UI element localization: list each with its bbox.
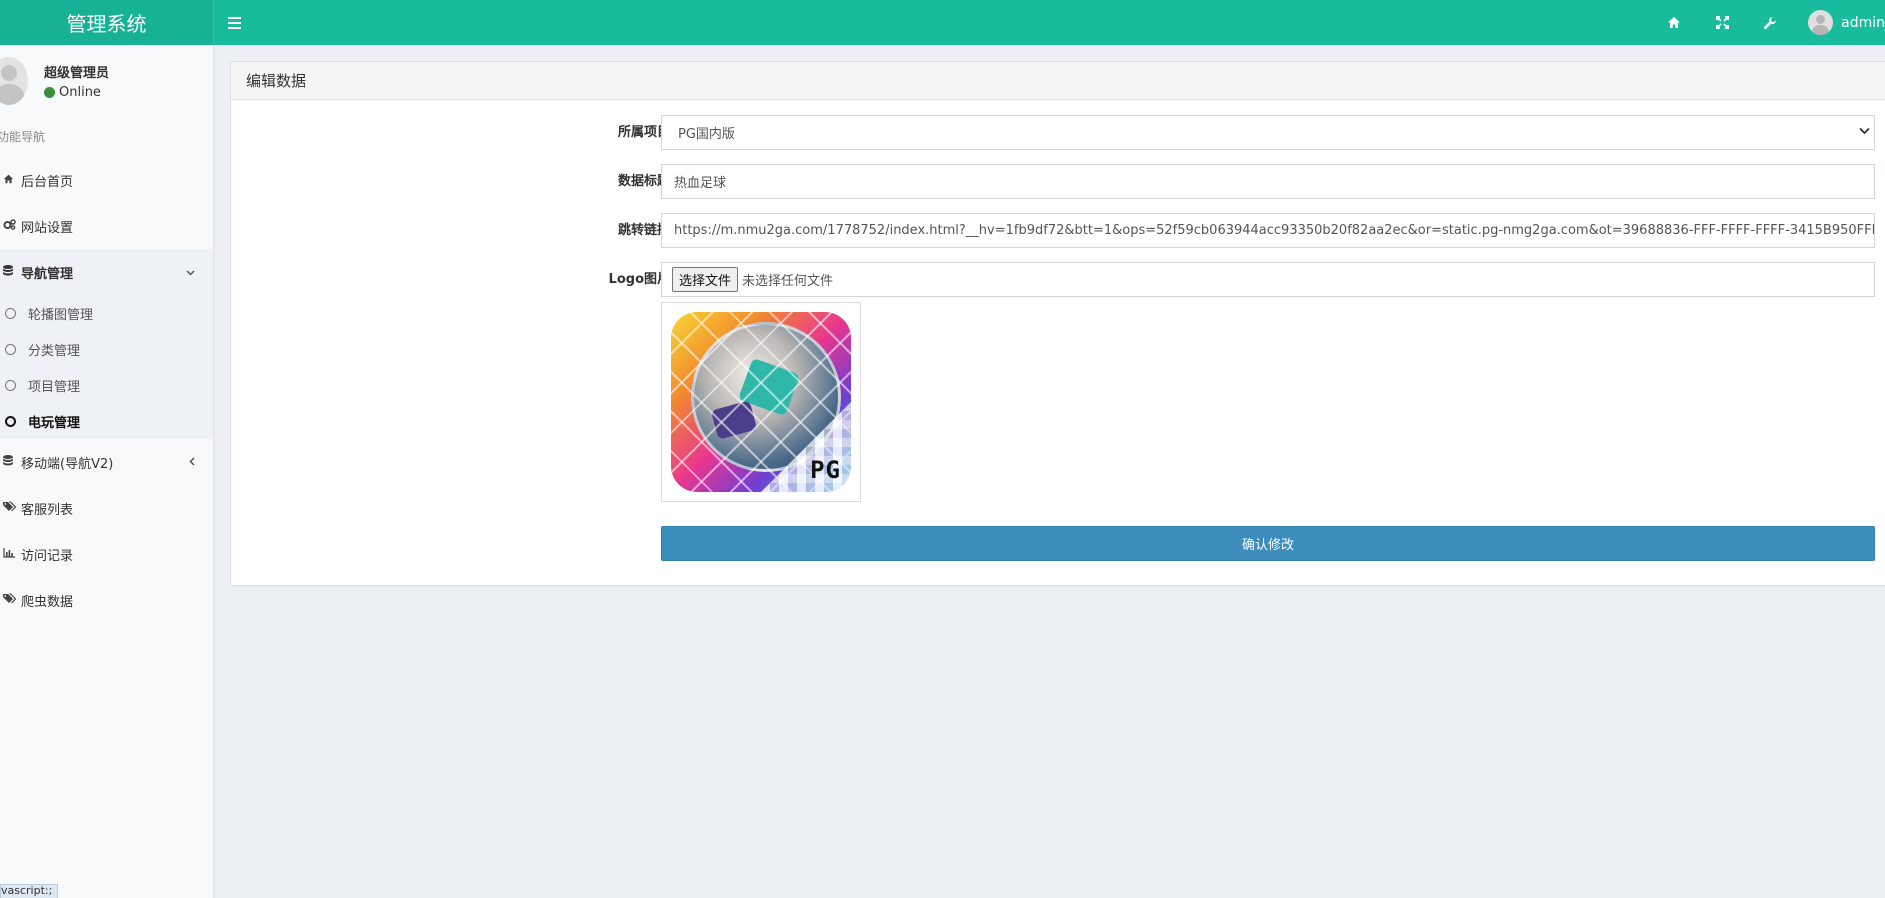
file-status-text: 未选择任何文件 (742, 274, 834, 289)
link-input[interactable]: https://m.nmu2ga.com/1778752/index.html?… (661, 213, 1875, 248)
sidebar-subitem-games[interactable]: 电玩管理 (0, 403, 213, 439)
sidebar-subitem-banner[interactable]: 轮播图管理 (0, 295, 213, 331)
circle-icon (5, 307, 16, 319)
confirm-button[interactable]: 确认修改 (661, 526, 1875, 561)
user-info: 超级管理员 Online (44, 62, 109, 100)
sidebar-item-customer-service[interactable]: 客服列表 (0, 485, 213, 531)
sidebar-subitem-project[interactable]: 项目管理 (0, 367, 213, 403)
form-row-logo: Logo图片 选择文件 未选择任何文件 (231, 262, 1885, 311)
sidebar-item-label: 客服列表 (21, 502, 74, 518)
user-name: admin (1841, 14, 1885, 31)
user-panel: 超级管理员 Online (0, 45, 213, 117)
sidebar-item-label: 后台首页 (21, 174, 74, 190)
form-row-submit: 确认修改 (231, 526, 1885, 575)
user-menu[interactable]: admin (1794, 0, 1885, 45)
sidebar-item-label: 访问记录 (21, 548, 74, 564)
sidebar-item-visit-log[interactable]: 访问记录 (0, 531, 213, 577)
circle-icon (5, 379, 16, 391)
fullscreen-icon[interactable] (1698, 0, 1746, 45)
pg-logo-text: PG (810, 456, 841, 484)
online-dot-icon (44, 87, 55, 98)
chevron-left-icon (189, 456, 195, 469)
home-icon[interactable] (1650, 0, 1698, 45)
panel-title: 编辑数据 (231, 62, 1885, 100)
chevron-down-icon (186, 266, 195, 279)
sidebar-item-nav-management[interactable]: 导航管理 (0, 249, 213, 295)
choose-file-button[interactable]: 选择文件 (672, 267, 739, 292)
sidebar-item-mobile-nav[interactable]: 移动端(导航V2) (0, 439, 213, 485)
sidebar-item-dashboard[interactable]: 后台首页 (0, 157, 213, 203)
sidebar-subitem-label: 轮播图管理 (28, 307, 94, 323)
sidebar-subitem-label: 分类管理 (28, 343, 81, 359)
brand-logo[interactable]: 管理系统 (0, 0, 214, 45)
form-row-logo-preview: PG (231, 302, 1885, 526)
top-right-tools: admin (1650, 0, 1885, 45)
circle-icon (5, 343, 16, 355)
sidebar-item-label: 爬虫数据 (21, 594, 74, 610)
bar-chart-icon (3, 547, 21, 561)
tags-icon (3, 593, 21, 607)
sidebar-toggle-icon[interactable] (228, 13, 248, 33)
sidebar-item-crawler-data[interactable]: 爬虫数据 (0, 577, 213, 623)
sidebar-item-label: 移动端(导航V2) (21, 456, 114, 472)
logo-file-input[interactable]: 选择文件 未选择任何文件 (661, 262, 1875, 297)
form-row-link: 跳转链接 https://m.nmu2ga.com/1778752/index.… (231, 213, 1885, 262)
logo-preview: PG (661, 302, 861, 502)
sidebar-item-label: 导航管理 (21, 266, 74, 282)
avatar (1808, 10, 1834, 35)
project-select-value: PG国内版 (678, 127, 735, 142)
nav-header: 功能导航 (0, 130, 46, 144)
nav-management-submenu: 轮播图管理 分类管理 项目管理 电玩管理 (0, 295, 213, 439)
database-icon (3, 264, 21, 280)
title-input-value: 热血足球 (674, 176, 727, 191)
sidebar-subitem-label: 项目管理 (28, 379, 81, 395)
user-status: Online (44, 85, 109, 100)
logo-image: PG (671, 312, 851, 492)
form-row-project: 所属项目 PG国内版 (231, 115, 1885, 164)
wrench-icon[interactable] (1746, 0, 1794, 45)
chevron-down-icon (1859, 125, 1870, 138)
sidebar: 超级管理员 Online 功能导航 后台首页 网站设置 导航管理 轮播图管理 分… (0, 45, 214, 898)
link-input-value: https://m.nmu2ga.com/1778752/index.html?… (674, 223, 1875, 238)
circle-icon (5, 415, 16, 427)
tags-icon (3, 501, 21, 515)
main-content: 编辑数据 所属项目 PG国内版 数据标题 热血足球 跳转链接 https://m… (230, 61, 1885, 586)
sidebar-subitem-label: 电玩管理 (28, 415, 81, 431)
user-status-label: Online (59, 85, 101, 100)
form-row-title: 数据标题 热血足球 (231, 164, 1885, 213)
status-bar-tooltip: vascript:; (0, 884, 59, 898)
database-icon (3, 454, 21, 470)
top-navbar: 管理系统 admin (0, 0, 1885, 45)
sidebar-item-site-settings[interactable]: 网站设置 (0, 203, 213, 249)
edit-panel: 编辑数据 所属项目 PG国内版 数据标题 热血足球 跳转链接 https://m… (230, 61, 1885, 586)
title-input[interactable]: 热血足球 (661, 164, 1875, 199)
user-role: 超级管理员 (44, 66, 110, 81)
avatar (0, 57, 28, 105)
sidebar-item-label: 网站设置 (21, 220, 74, 236)
cogs-icon (3, 219, 21, 233)
sidebar-subitem-category[interactable]: 分类管理 (0, 331, 213, 367)
home-icon (3, 174, 21, 187)
project-select[interactable]: PG国内版 (661, 115, 1875, 150)
